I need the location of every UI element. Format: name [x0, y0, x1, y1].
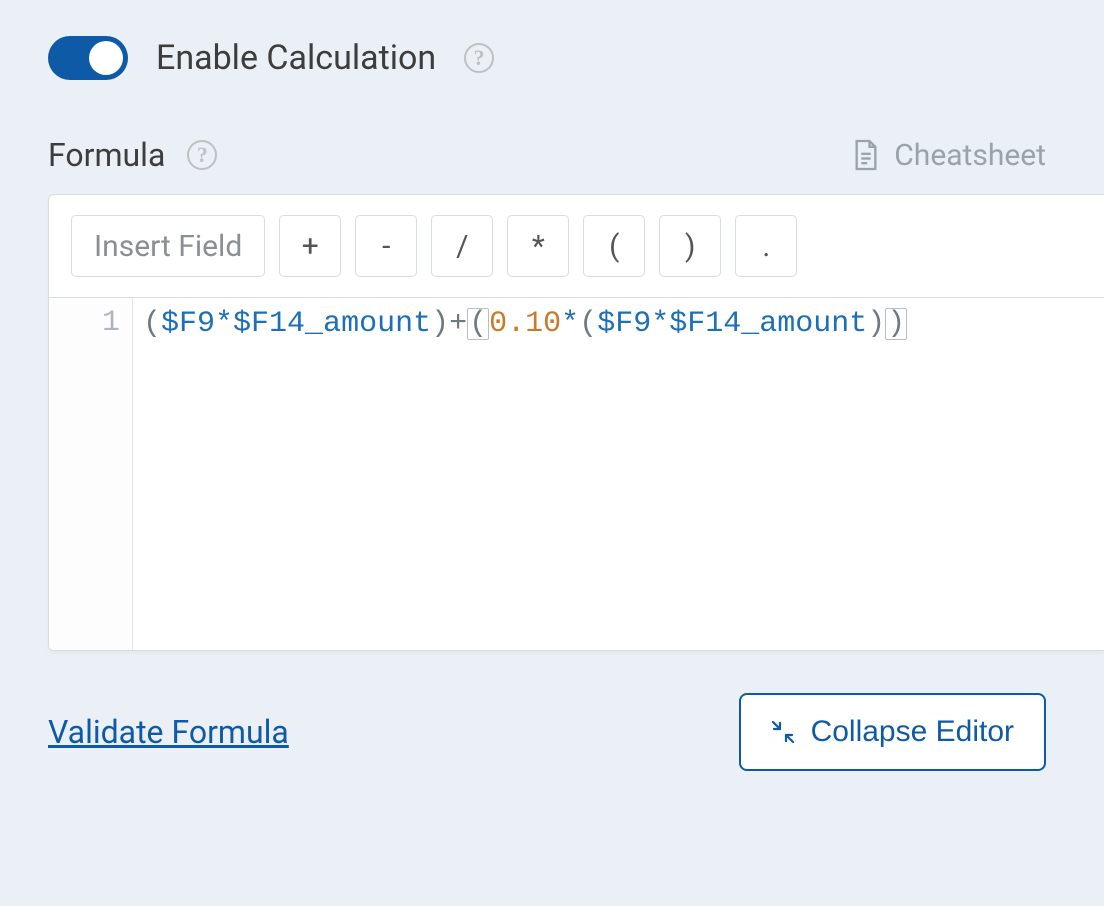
tok: $F9	[161, 307, 215, 341]
editor-toolbar: Insert Field + - / * ( ) .	[49, 195, 1104, 298]
tok: 0.10	[489, 307, 561, 341]
tok: +	[449, 307, 467, 341]
help-icon[interactable]: ?	[187, 140, 217, 170]
tok: *	[561, 307, 579, 341]
enable-calculation-label: Enable Calculation	[156, 38, 436, 78]
matched-bracket: (	[467, 308, 489, 340]
tok: *	[651, 307, 669, 341]
formula-label-wrap: Formula ?	[48, 136, 217, 174]
matched-bracket: )	[885, 308, 907, 340]
cheatsheet-link[interactable]: Cheatsheet	[852, 138, 1046, 173]
cheatsheet-label: Cheatsheet	[894, 138, 1046, 173]
divide-button[interactable]: /	[431, 215, 493, 277]
enable-calculation-row: Enable Calculation ?	[48, 36, 1056, 80]
collapse-editor-label: Collapse Editor	[811, 715, 1014, 749]
collapse-icon	[771, 720, 795, 744]
collapse-editor-button[interactable]: Collapse Editor	[739, 693, 1046, 771]
help-icon[interactable]: ?	[464, 43, 494, 73]
toggle-knob	[89, 41, 123, 75]
plus-button[interactable]: +	[279, 215, 341, 277]
tok: $F14_amount	[669, 307, 867, 341]
formula-editor: Insert Field + - / * ( ) . 1 ($F9*$F14_a…	[48, 194, 1104, 651]
tok: )	[867, 307, 885, 341]
tok: $F9	[597, 307, 651, 341]
formula-header: Formula ? Cheatsheet	[48, 136, 1056, 174]
enable-calculation-toggle[interactable]	[48, 36, 128, 80]
validate-formula-link[interactable]: Validate Formula	[48, 713, 289, 751]
insert-field-button[interactable]: Insert Field	[71, 215, 265, 277]
calculation-panel: Enable Calculation ? Formula ? Cheatshee…	[0, 0, 1104, 771]
editor-actions: Validate Formula Collapse Editor	[48, 693, 1056, 771]
file-icon	[852, 138, 880, 172]
code-line[interactable]: ($F9*$F14_amount)+(0.10*($F9*$F14_amount…	[133, 298, 917, 650]
multiply-button[interactable]: *	[507, 215, 569, 277]
minus-button[interactable]: -	[355, 215, 417, 277]
tok: )	[431, 307, 449, 341]
formula-label: Formula	[48, 136, 165, 174]
code-area[interactable]: 1 ($F9*$F14_amount)+(0.10*($F9*$F14_amou…	[49, 298, 1104, 650]
tok: (	[143, 307, 161, 341]
line-number: 1	[49, 306, 120, 340]
tok: (	[579, 307, 597, 341]
tok: *	[215, 307, 233, 341]
lparen-button[interactable]: (	[583, 215, 645, 277]
rparen-button[interactable]: )	[659, 215, 721, 277]
tok: $F14_amount	[233, 307, 431, 341]
line-gutter: 1	[49, 298, 133, 650]
dot-button[interactable]: .	[735, 215, 797, 277]
